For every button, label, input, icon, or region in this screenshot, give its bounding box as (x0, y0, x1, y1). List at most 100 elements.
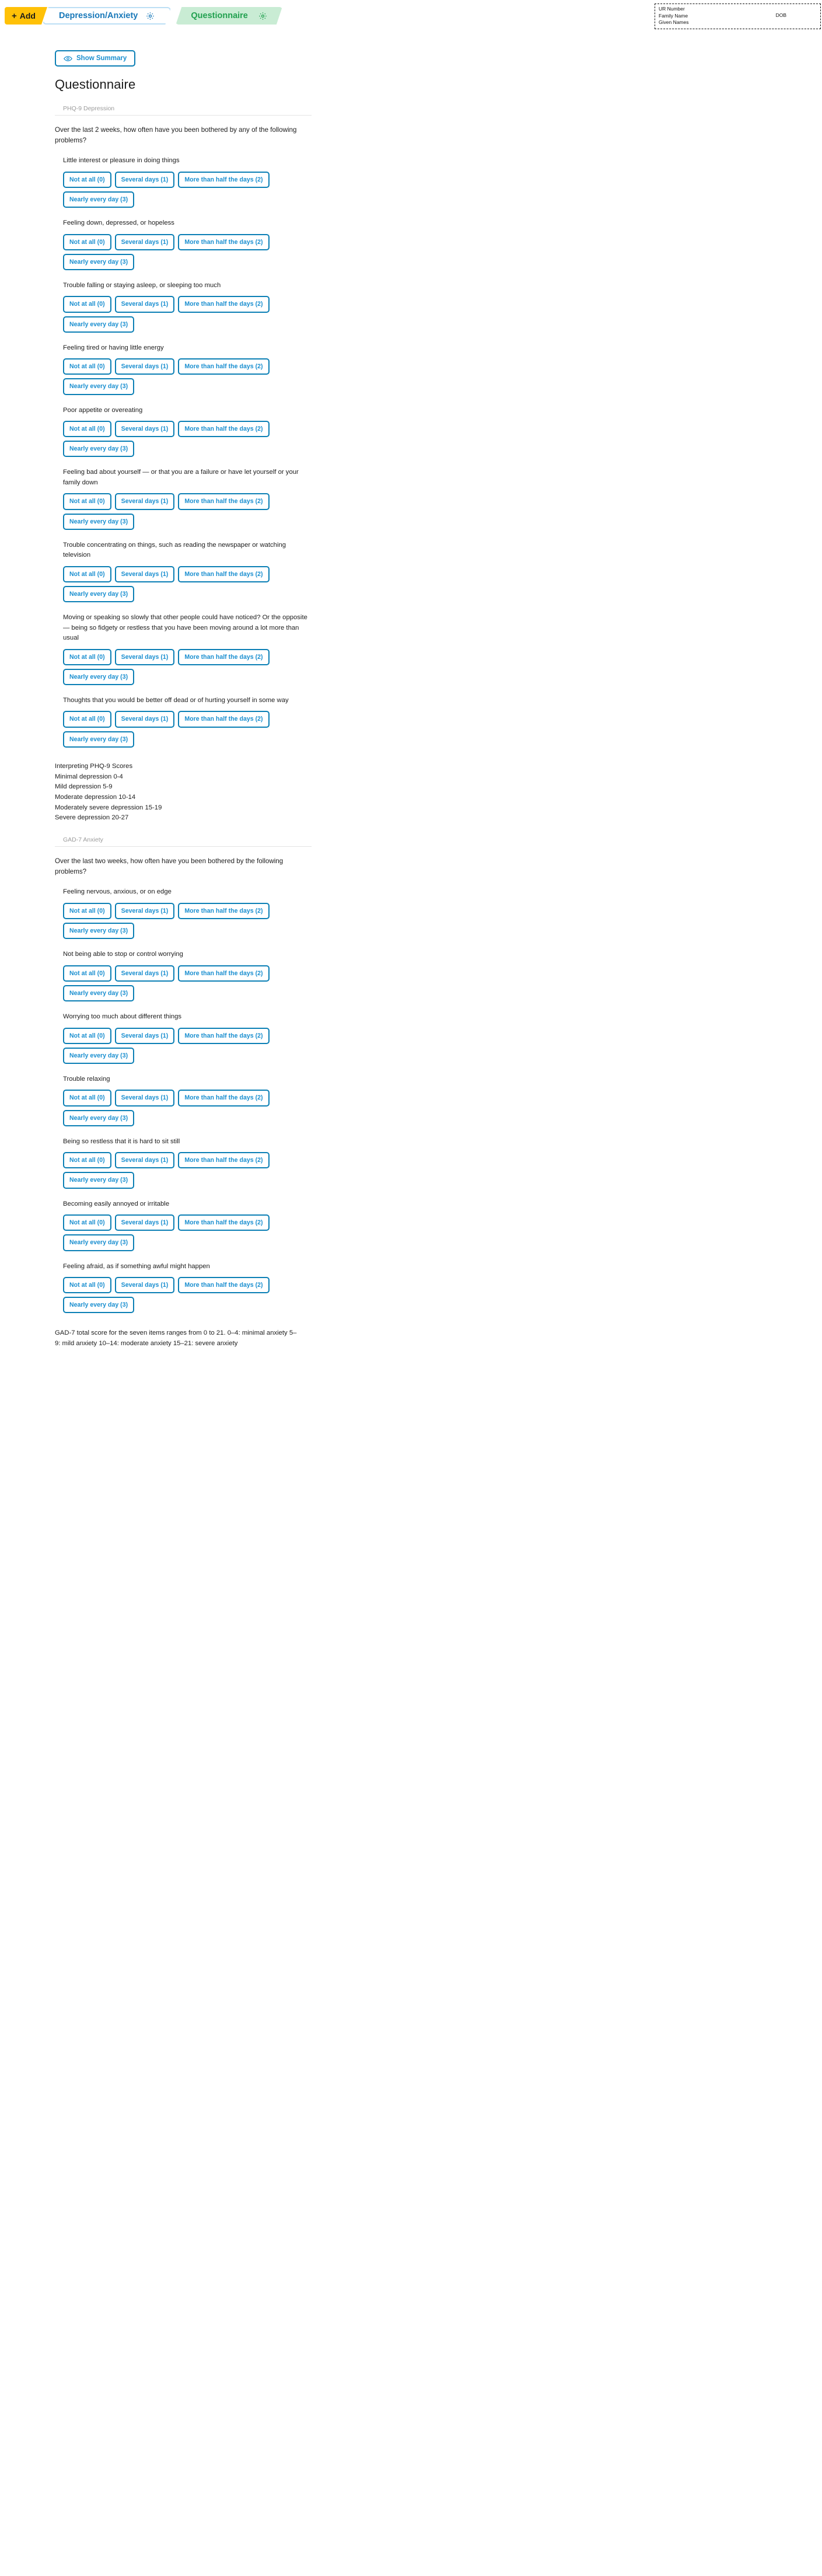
patient-identification-banner: UR Number Family Name Given Names DOB (655, 4, 821, 29)
interpretation-line: Minimal depression 0-4 (55, 773, 123, 780)
answer-option-nearly-every-day[interactable]: Nearly every day (3) (63, 1234, 135, 1251)
answer-option-more-than-half[interactable]: More than half the days (2) (178, 1090, 270, 1107)
answer-option-not-at-all[interactable]: Not at all (0) (63, 711, 111, 728)
answer-option-not-at-all[interactable]: Not at all (0) (63, 1090, 111, 1107)
question-item: Poor appetite or overeating Not at all (0… (55, 406, 312, 458)
show-summary-button[interactable]: Show Summary (55, 50, 136, 67)
page-title: Questionnaire (55, 77, 136, 92)
answer-option-nearly-every-day[interactable]: Nearly every day (3) (63, 441, 135, 458)
answer-option-not-at-all[interactable]: Not at all (0) (63, 421, 111, 438)
answer-option-more-than-half[interactable]: More than half the days (2) (178, 711, 270, 728)
question-item: Feeling tired or having little energy Not… (55, 343, 312, 395)
answer-option-more-than-half[interactable]: More than half the days (2) (178, 296, 270, 313)
answer-option-several-days[interactable]: Several days (1) (114, 296, 175, 313)
family-name-label: Family Name (659, 12, 688, 19)
answer-option-more-than-half[interactable]: More than half the days (2) (178, 1214, 270, 1231)
question-item: Trouble relaxing Not at all (0) Several da… (55, 1074, 312, 1126)
answer-option-nearly-every-day[interactable]: Nearly every day (3) (63, 668, 135, 685)
answer-option-group: Not at all (0) Several days (1) More than … (63, 711, 292, 748)
answer-option-not-at-all[interactable]: Not at all (0) (63, 233, 111, 250)
given-names-label: Given Names (659, 19, 689, 26)
answer-option-not-at-all[interactable]: Not at all (0) (63, 1027, 111, 1044)
tab-questionnaire[interactable]: Questionnaire (176, 7, 282, 25)
interpretation-line: Mild depression 5-9 (55, 783, 113, 791)
answer-option-several-days[interactable]: Several days (1) (114, 566, 175, 582)
answer-option-more-than-half[interactable]: More than half the days (2) (178, 233, 270, 250)
answer-option-nearly-every-day[interactable]: Nearly every day (3) (63, 378, 135, 395)
answer-option-more-than-half[interactable]: More than half the days (2) (178, 1152, 270, 1169)
answer-option-more-than-half[interactable]: More than half the days (2) (178, 421, 270, 438)
answer-option-several-days[interactable]: Several days (1) (114, 493, 175, 510)
plus-icon: + (12, 11, 17, 21)
answer-option-not-at-all[interactable]: Not at all (0) (63, 1214, 111, 1231)
answer-option-not-at-all[interactable]: Not at all (0) (63, 358, 111, 375)
answer-option-not-at-all[interactable]: Not at all (0) (63, 566, 111, 582)
answer-option-nearly-every-day[interactable]: Nearly every day (3) (63, 923, 135, 940)
answer-option-several-days[interactable]: Several days (1) (114, 233, 175, 250)
patient-banner-left: UR Number Family Name Given Names (659, 6, 689, 27)
answer-option-more-than-half[interactable]: More than half the days (2) (178, 1277, 270, 1294)
answer-option-more-than-half[interactable]: More than half the days (2) (178, 358, 270, 375)
answer-option-nearly-every-day[interactable]: Nearly every day (3) (63, 731, 135, 748)
answer-option-group: Not at all (0) Several days (1) More than … (63, 965, 292, 1002)
answer-option-several-days[interactable]: Several days (1) (114, 1277, 175, 1294)
answer-option-nearly-every-day[interactable]: Nearly every day (3) (63, 1109, 135, 1126)
gear-icon[interactable] (146, 12, 155, 20)
question-item: Becoming easily annoyed or irritable Not … (55, 1199, 312, 1251)
question-item: Not being able to stop or control worryi… (55, 950, 312, 1002)
answer-option-several-days[interactable]: Several days (1) (114, 171, 175, 188)
answer-option-more-than-half[interactable]: More than half the days (2) (178, 493, 270, 510)
answer-option-nearly-every-day[interactable]: Nearly every day (3) (63, 316, 135, 333)
answer-option-not-at-all[interactable]: Not at all (0) (63, 296, 111, 313)
question-text: Feeling tired or having little energy (63, 344, 164, 351)
answer-option-not-at-all[interactable]: Not at all (0) (63, 965, 111, 982)
answer-option-nearly-every-day[interactable]: Nearly every day (3) (63, 1047, 135, 1064)
show-summary-label: Show Summary (76, 55, 127, 62)
answer-option-not-at-all[interactable]: Not at all (0) (63, 1277, 111, 1294)
answer-option-several-days[interactable]: Several days (1) (114, 1152, 175, 1169)
answer-option-not-at-all[interactable]: Not at all (0) (63, 171, 111, 188)
question-text: Not being able to stop or control worryi… (63, 951, 183, 958)
answer-option-several-days[interactable]: Several days (1) (114, 421, 175, 438)
answer-option-nearly-every-day[interactable]: Nearly every day (3) (63, 985, 135, 1002)
question-text: Thoughts that you would be better off de… (63, 696, 289, 704)
answer-option-several-days[interactable]: Several days (1) (114, 1027, 175, 1044)
answer-option-not-at-all[interactable]: Not at all (0) (63, 648, 111, 665)
answer-option-not-at-all[interactable]: Not at all (0) (63, 902, 111, 920)
interpretation-line: Moderate depression 10-14 (55, 794, 136, 801)
answer-option-more-than-half[interactable]: More than half the days (2) (178, 171, 270, 188)
section-label-phq9: PHQ-9 Depression (63, 105, 115, 112)
question-text: Feeling nervous, anxious, or on edge (63, 888, 172, 896)
gear-icon[interactable] (258, 12, 267, 20)
answer-option-more-than-half[interactable]: More than half the days (2) (178, 965, 270, 982)
question-item: Thoughts that you would be better off de… (55, 696, 312, 748)
answer-option-group: Not at all (0) Several days (1) More than … (63, 171, 292, 208)
answer-option-more-than-half[interactable]: More than half the days (2) (178, 648, 270, 665)
answer-option-more-than-half[interactable]: More than half the days (2) (178, 566, 270, 582)
answer-option-more-than-half[interactable]: More than half the days (2) (178, 1027, 270, 1044)
answer-option-nearly-every-day[interactable]: Nearly every day (3) (63, 191, 135, 208)
add-tab[interactable]: + Add (5, 7, 47, 25)
gad7-footnote: GAD-7 total score for the seven items ra… (55, 1329, 297, 1347)
answer-option-several-days[interactable]: Several days (1) (114, 711, 175, 728)
answer-option-nearly-every-day[interactable]: Nearly every day (3) (63, 1172, 135, 1189)
answer-option-group: Not at all (0) Several days (1) More than … (63, 1277, 292, 1314)
answer-option-not-at-all[interactable]: Not at all (0) (63, 1152, 111, 1169)
answer-option-group: Not at all (0) Several days (1) More than … (63, 1027, 292, 1064)
answer-option-several-days[interactable]: Several days (1) (114, 965, 175, 982)
answer-option-several-days[interactable]: Several days (1) (114, 1214, 175, 1231)
answer-option-several-days[interactable]: Several days (1) (114, 358, 175, 375)
answer-option-group: Not at all (0) Several days (1) More than … (63, 421, 292, 458)
question-text: Being so restless that it is hard to sit… (63, 1137, 180, 1145)
answer-option-several-days[interactable]: Several days (1) (114, 1090, 175, 1107)
answer-option-nearly-every-day[interactable]: Nearly every day (3) (63, 1297, 135, 1314)
answer-option-more-than-half[interactable]: More than half the days (2) (178, 902, 270, 920)
question-item: Being so restless that it is hard to sit… (55, 1137, 312, 1189)
answer-option-nearly-every-day[interactable]: Nearly every day (3) (63, 253, 135, 270)
answer-option-several-days[interactable]: Several days (1) (114, 648, 175, 665)
tab-depression-anxiety[interactable]: Depression/Anxiety (43, 7, 171, 25)
answer-option-nearly-every-day[interactable]: Nearly every day (3) (63, 513, 135, 530)
answer-option-not-at-all[interactable]: Not at all (0) (63, 493, 111, 510)
answer-option-nearly-every-day[interactable]: Nearly every day (3) (63, 585, 135, 603)
answer-option-several-days[interactable]: Several days (1) (114, 902, 175, 920)
